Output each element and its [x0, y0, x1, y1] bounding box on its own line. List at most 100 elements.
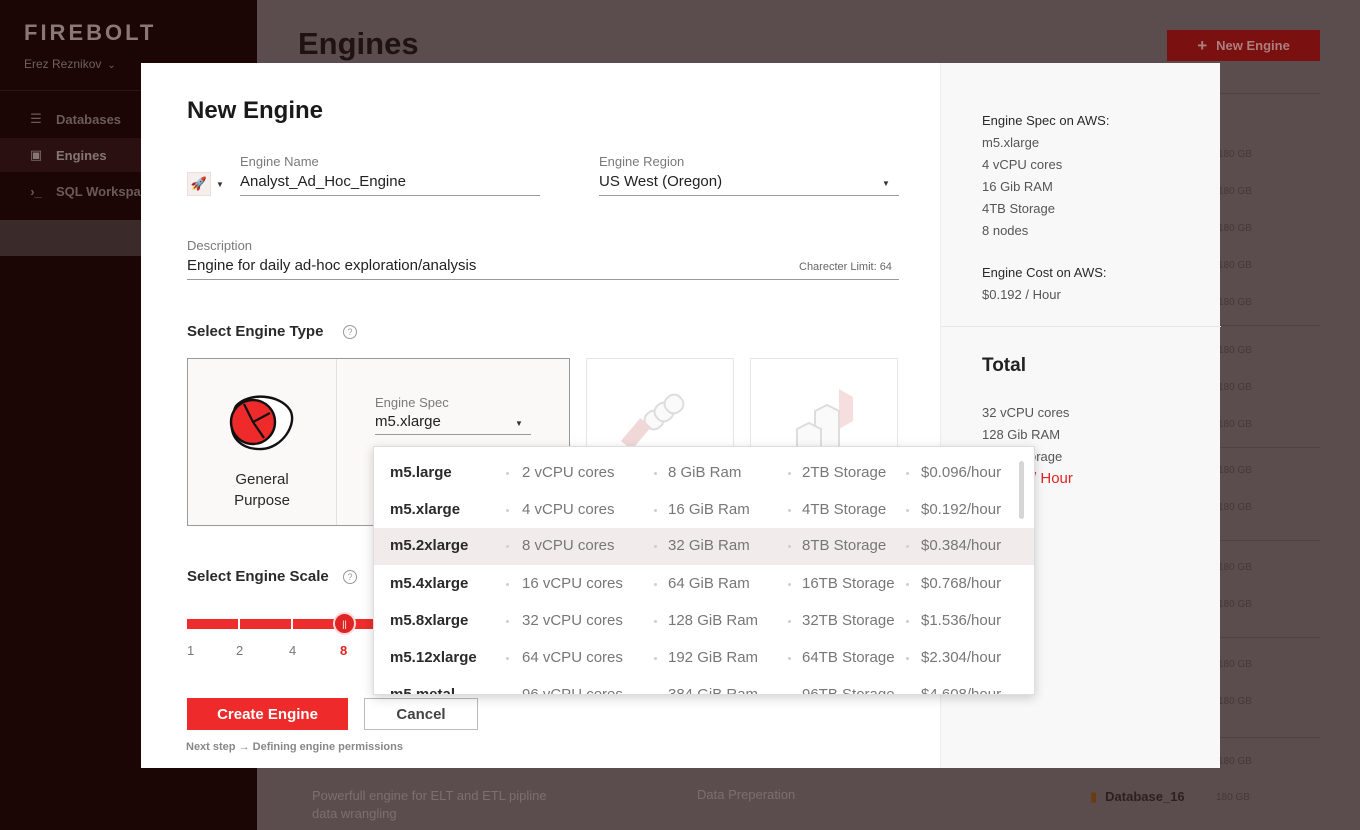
- size-cell: 180 GB: [1218, 345, 1252, 356]
- size-cell: 180 GB: [1218, 260, 1252, 271]
- separator-dot: [906, 657, 909, 660]
- option-cpu: 2 vCPU cores: [522, 464, 615, 481]
- table-divider: [1220, 540, 1320, 541]
- character-limit: Charecter Limit: 64: [799, 261, 892, 273]
- next-step-hint: Next step → Defining engine permissions: [186, 741, 403, 753]
- engine-name-input[interactable]: [240, 173, 530, 190]
- option-cpu: 16 vCPU cores: [522, 575, 623, 592]
- scale-tick: 4: [289, 643, 297, 658]
- option-ram: 32 GiB Ram: [668, 537, 750, 554]
- caret-down-icon: ▼: [882, 179, 890, 188]
- option-name: m5.8xlarge: [390, 612, 469, 629]
- slider-handle[interactable]: ||: [333, 612, 356, 635]
- engine-name-label: Engine Name: [240, 154, 319, 169]
- terminal-icon: ›_: [30, 183, 42, 199]
- engine-description-cell: Powerfull engine for ELT and ETL pipline…: [312, 788, 547, 821]
- separator-dot: [506, 620, 509, 623]
- option-ram: 128 GiB Ram: [668, 612, 759, 629]
- card-divider: [336, 359, 337, 525]
- dropdown-option[interactable]: m5.xlarge 4 vCPU cores 16 GiB Ram 4TB St…: [374, 492, 1034, 529]
- description-underline: [187, 279, 899, 280]
- separator-dot: [654, 694, 657, 695]
- separator-dot: [788, 583, 791, 586]
- option-cpu: 96 vCPU cores: [522, 686, 623, 695]
- size-cell: 180 GB: [1218, 297, 1252, 308]
- size-cell: 180 GB: [1218, 659, 1252, 670]
- description-input[interactable]: [187, 257, 707, 274]
- engine-type-option-3[interactable]: [750, 358, 898, 448]
- option-cpu: 4 vCPU cores: [522, 501, 615, 518]
- table-divider: [1220, 447, 1320, 448]
- chevron-down-icon: ⌄: [107, 60, 116, 71]
- dropdown-scrollbar[interactable]: [1019, 461, 1024, 519]
- engine-icon-picker[interactable]: 🚀 ▼: [187, 171, 224, 197]
- user-name: Erez Reznikov: [24, 57, 102, 71]
- help-icon[interactable]: ?: [343, 325, 357, 339]
- cost-title: Engine Cost on AWS:: [982, 265, 1107, 280]
- rocket-icon: 🚀: [187, 172, 211, 196]
- engine-database-cell[interactable]: ▮ Database_16: [1090, 789, 1185, 805]
- user-menu[interactable]: Erez Reznikov ⌄: [24, 57, 116, 71]
- size-cell: 180 GB: [1218, 562, 1252, 573]
- dropdown-option[interactable]: m5.12xlarge 64 vCPU cores 192 GiB Ram 64…: [374, 640, 1034, 677]
- select-engine-type-title: Select Engine Type: [187, 323, 324, 340]
- new-engine-button[interactable]: + New Engine: [1167, 30, 1320, 61]
- separator-dot: [654, 545, 657, 548]
- database-icon: ▮: [1090, 789, 1098, 804]
- engine-type-option-2[interactable]: [586, 358, 734, 448]
- table-divider: [1220, 737, 1320, 738]
- help-icon[interactable]: ?: [343, 570, 357, 584]
- page-title: Engines: [298, 26, 419, 61]
- new-engine-label: New Engine: [1216, 38, 1290, 53]
- database-icon: ☰: [30, 111, 42, 126]
- total-line: 32 vCPU cores: [982, 405, 1070, 420]
- scale-tick: 2: [236, 643, 244, 658]
- engine-region-select[interactable]: US West (Oregon): [599, 173, 722, 190]
- size-cell: 180 GB: [1218, 465, 1252, 476]
- option-ram: 384 GiB Ram: [668, 686, 759, 695]
- option-name: m5.4xlarge: [390, 575, 469, 592]
- sidebar-item-label: Engines: [56, 147, 107, 163]
- dropdown-option[interactable]: m5.metal 96 vCPU cores 384 GiB Ram 96TB …: [374, 677, 1034, 695]
- option-ram: 64 GiB Ram: [668, 575, 750, 592]
- option-cpu: 8 vCPU cores: [522, 537, 615, 554]
- select-engine-scale-title: Select Engine Scale: [187, 568, 329, 585]
- spec-line: 16 Gib RAM: [982, 179, 1053, 194]
- engine-spec-select[interactable]: m5.xlarge: [375, 413, 441, 430]
- spec-line: 8 nodes: [982, 223, 1029, 238]
- engine-spec-dropdown[interactable]: m5.large 2 vCPU cores 8 GiB Ram 2TB Stor…: [373, 446, 1035, 695]
- size-cell: 180 GB: [1218, 756, 1252, 767]
- option-storage: 2TB Storage: [802, 464, 887, 481]
- separator-dot: [506, 545, 509, 548]
- dropdown-option[interactable]: m5.4xlarge 16 vCPU cores 64 GiB Ram 16TB…: [374, 566, 1034, 603]
- separator-dot: [788, 620, 791, 623]
- pipes-icon: [620, 393, 685, 447]
- size-cell: 180 GB: [1218, 223, 1252, 234]
- caret-down-icon: ▼: [216, 179, 224, 189]
- database-name: Database_16: [1105, 789, 1185, 804]
- separator-dot: [788, 657, 791, 660]
- plus-icon: +: [1197, 35, 1208, 55]
- firebolt-logo: FIREBOLT: [24, 20, 157, 45]
- slider-segment: [187, 619, 238, 629]
- option-name: m5.12xlarge: [390, 649, 477, 666]
- chip-icon: ▣: [29, 147, 43, 162]
- separator-dot: [788, 472, 791, 475]
- engine-region-label: Engine Region: [599, 154, 685, 169]
- option-ram: 8 GiB Ram: [668, 464, 742, 481]
- size-cell: 180 GB: [1218, 186, 1252, 197]
- total-line: 128 Gib RAM: [982, 427, 1061, 442]
- option-price: $4.608/hour: [921, 686, 1002, 695]
- create-engine-button[interactable]: Create Engine: [187, 698, 348, 730]
- option-price: $0.384/hour: [921, 537, 1002, 554]
- table-divider: [1220, 637, 1320, 638]
- separator-dot: [506, 472, 509, 475]
- spec-title: Engine Spec on AWS:: [982, 113, 1110, 128]
- slider-segment: [240, 619, 291, 629]
- dropdown-option[interactable]: m5.large 2 vCPU cores 8 GiB Ram 2TB Stor…: [374, 455, 1034, 492]
- dropdown-option[interactable]: m5.8xlarge 32 vCPU cores 128 GiB Ram 32T…: [374, 603, 1034, 640]
- dropdown-option-highlighted[interactable]: m5.2xlarge 8 vCPU cores 32 GiB Ram 8TB S…: [374, 528, 1034, 565]
- cubes-icon: [796, 389, 853, 447]
- cancel-button[interactable]: Cancel: [364, 698, 478, 730]
- separator-dot: [906, 583, 909, 586]
